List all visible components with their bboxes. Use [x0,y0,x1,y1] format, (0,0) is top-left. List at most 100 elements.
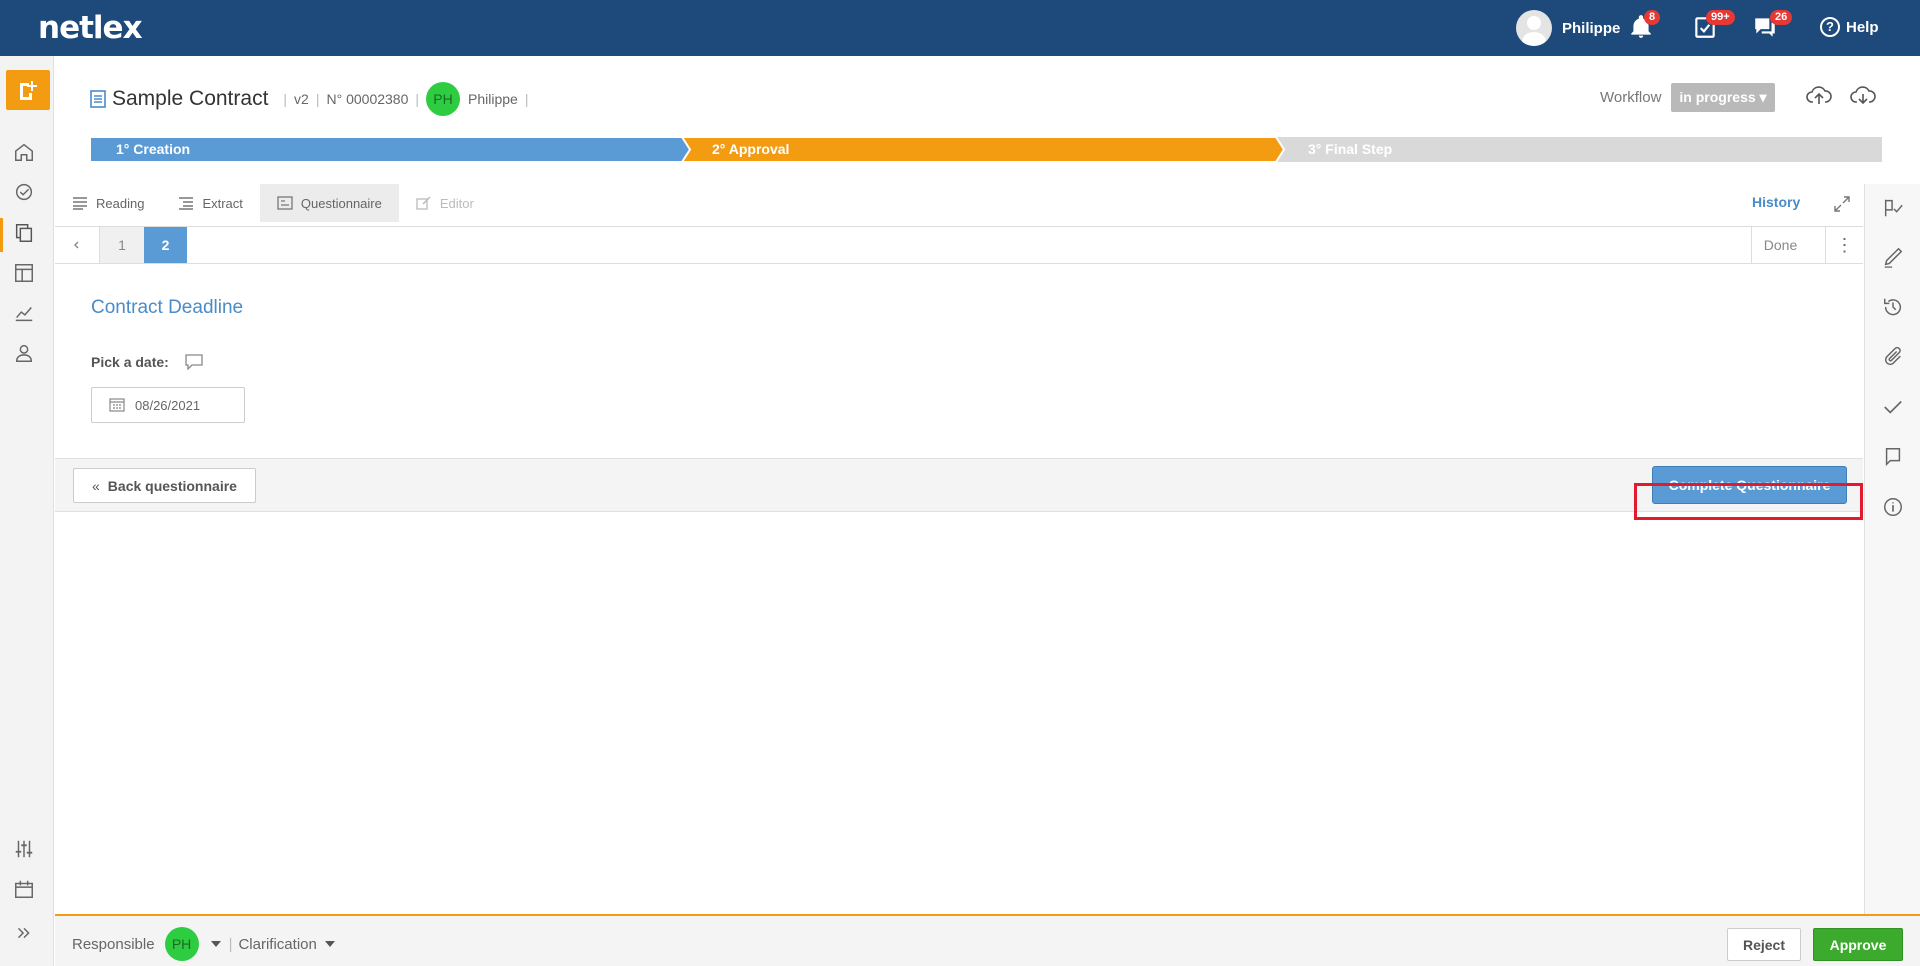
bottom-bar: Responsible PH | Clarification Reject Ap… [55,914,1920,966]
attachment-icon[interactable] [1882,346,1906,370]
right-sidebar [1864,184,1920,914]
calendar-icon[interactable] [13,878,39,904]
templates-icon[interactable] [13,262,39,288]
home-icon[interactable] [13,141,39,167]
header-separator: | [315,91,320,107]
extract-icon [179,197,194,210]
notifications-bell-icon[interactable]: 8 [1628,10,1661,42]
clarification-dropdown[interactable]: Clarification [238,936,316,953]
history-link[interactable]: History [1752,194,1800,210]
responsible-section: Responsible PH | Clarification [72,927,341,961]
questionnaire-action-bar: « Back questionnaire Complete Questionna… [55,458,1863,512]
history-clock-icon[interactable] [1882,296,1906,320]
help-link[interactable]: ? Help [1820,17,1879,37]
step-approval[interactable]: 2° Approval [686,137,789,162]
approve-button[interactable]: Approve [1813,928,1903,961]
header-separator: | [283,91,288,107]
workflow-status: Workflow in progress ▾ [1600,83,1775,112]
header-separator: | [415,91,420,107]
workflow-label: Workflow [1600,89,1662,106]
document-number: N° 00002380 [326,91,409,107]
upload-cloud-icon[interactable] [1806,84,1832,111]
users-icon[interactable] [13,342,39,368]
document-version: v2 [294,91,309,107]
back-questionnaire-button[interactable]: « Back questionnaire [73,468,256,503]
notifications-badge: 8 [1644,10,1661,25]
workflow-status-dropdown[interactable]: in progress ▾ [1671,83,1775,112]
responsible-avatar[interactable]: PH [164,927,199,961]
questionnaire-icon [277,196,293,210]
previous-page-button[interactable] [55,227,100,263]
fullscreen-expand-icon[interactable] [1834,196,1850,217]
help-icon: ? [1820,17,1840,37]
owner-avatar[interactable]: PH [426,82,461,116]
tab-label: Extract [202,195,243,211]
tab-label: Reading [96,195,145,211]
checklist-icon[interactable] [1882,197,1906,221]
document-title: Sample Contract [112,87,269,110]
info-icon[interactable] [1882,496,1906,520]
responsible-label: Responsible [72,935,155,953]
settings-sliders-icon[interactable] [13,838,39,864]
workflow-status-value: in progress [1679,89,1756,105]
tab-label: Editor [439,195,474,211]
double-chevron-left-icon: « [92,477,100,494]
workflow-steps: 1° Creation 2° Approval 3° Final Step [90,137,1882,162]
dashboard-icon[interactable] [13,181,39,207]
documents-icon[interactable] [13,222,39,248]
messages-badge: 26 [1770,10,1793,25]
user-name[interactable]: Philippe [1562,20,1620,37]
messages-icon[interactable]: 26 [1752,10,1793,42]
complete-questionnaire-button[interactable]: Complete Questionnaire [1652,466,1847,504]
analytics-icon[interactable] [13,302,39,328]
questionnaire-pagination: 1 2 Done ⋮ [55,226,1863,264]
top-bar: netlex Philippe 8 99+ 26 ? Help [0,0,1920,56]
tasks-icon[interactable]: 99+ [1692,10,1735,42]
document-icon [90,90,106,108]
question-label-row: Pick a date: [91,354,203,370]
expand-sidebar-icon[interactable] [13,922,39,948]
step-final[interactable]: 3° Final Step [1282,137,1392,162]
page-1-button[interactable]: 1 [100,227,144,263]
reject-button[interactable]: Reject [1727,928,1801,961]
view-tabs: Reading Extract Questionnaire Editor [55,184,491,222]
clarification-dropdown-icon[interactable] [324,941,335,947]
owner-name: Philippe [468,91,518,107]
responsible-dropdown-icon[interactable] [210,941,221,947]
user-avatar[interactable] [1516,10,1552,46]
steps-arrows [90,137,1882,162]
date-input[interactable]: 08/26/2021 [91,387,245,423]
active-nav-indicator [0,218,3,252]
new-document-button[interactable] [6,70,50,110]
back-questionnaire-label: Back questionnaire [107,477,237,494]
chevron-left-icon [74,241,79,249]
tab-questionnaire[interactable]: Questionnaire [259,184,399,222]
reading-icon [73,197,87,210]
comments-icon[interactable] [1882,446,1906,470]
left-sidebar [0,56,54,966]
user-menu[interactable]: Philippe [1516,10,1620,46]
comment-icon[interactable] [185,354,203,370]
download-cloud-icon[interactable] [1850,84,1876,111]
header-separator: | [524,91,529,107]
signature-pen-icon[interactable] [1882,246,1906,270]
tab-extract[interactable]: Extract [161,184,259,222]
step-creation[interactable]: 1° Creation [90,137,190,162]
check-icon[interactable] [1882,396,1906,420]
help-label: Help [1846,18,1879,36]
done-button[interactable]: Done [1751,227,1809,263]
date-value: 08/26/2021 [135,397,201,413]
calendar-icon [109,398,125,412]
more-options-icon[interactable]: ⋮ [1825,227,1863,263]
tab-editor[interactable]: Editor [399,184,491,222]
tab-reading[interactable]: Reading [55,184,161,222]
page-2-button[interactable]: 2 [144,227,187,263]
section-title: Contract Deadline [91,297,244,318]
tasks-badge: 99+ [1706,10,1735,25]
question-label: Pick a date: [91,354,169,370]
netlex-logo[interactable]: netlex [38,10,143,46]
new-document-icon [20,81,37,100]
tab-label: Questionnaire [300,195,382,211]
document-header: Sample Contract | v2 | N° 00002380 | PH … [90,82,535,116]
bottom-separator: | [228,935,233,953]
